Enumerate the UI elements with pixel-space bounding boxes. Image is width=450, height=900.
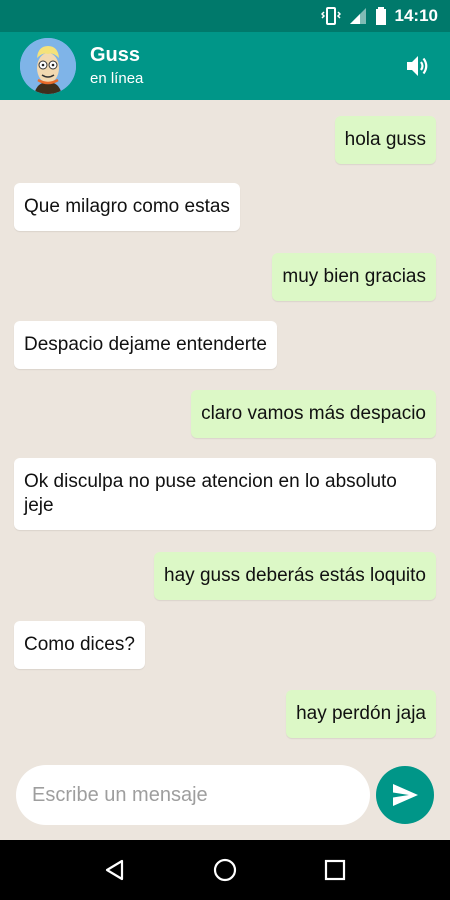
message-outgoing[interactable]: hay guss deberás estás loquito (154, 552, 436, 600)
contact-name: Guss (90, 44, 141, 66)
message-incoming[interactable]: Ok disculpa no puse atencion en lo absol… (14, 458, 436, 530)
message-incoming[interactable]: Que milagro como estas (14, 183, 240, 231)
message-composer[interactable] (16, 765, 370, 825)
recents-icon[interactable] (320, 855, 350, 885)
message-list[interactable]: hola guss Que milagro como estas muy bie… (0, 100, 450, 750)
contact-status: en línea (90, 70, 144, 87)
avatar-picture (20, 38, 76, 94)
message-outgoing[interactable]: hola guss (334, 116, 436, 164)
message-outgoing[interactable]: claro vamos más despacio (191, 390, 436, 438)
status-bar: 14:10 (0, 0, 450, 32)
home-icon[interactable] (210, 855, 240, 885)
message-outgoing[interactable]: muy bien gracias (272, 253, 436, 301)
back-icon[interactable] (100, 855, 130, 885)
chat-header: Guss en línea (0, 32, 450, 100)
speaker-icon[interactable] (404, 53, 430, 79)
message-outgoing[interactable]: hay perdón jaja (286, 690, 436, 738)
send-icon (393, 784, 418, 806)
signal-icon (349, 8, 366, 24)
navigation-bar (0, 840, 450, 900)
vibrate-icon (320, 7, 341, 25)
battery-icon (375, 7, 386, 25)
send-button[interactable] (376, 766, 434, 824)
status-time: 14:10 (394, 6, 438, 25)
message-input[interactable] (32, 783, 370, 807)
contact-info[interactable]: Guss en línea (90, 43, 143, 89)
message-incoming[interactable]: Como dices? (14, 621, 145, 669)
avatar[interactable] (20, 38, 76, 94)
message-incoming[interactable]: Despacio dejame entenderte (14, 321, 277, 369)
